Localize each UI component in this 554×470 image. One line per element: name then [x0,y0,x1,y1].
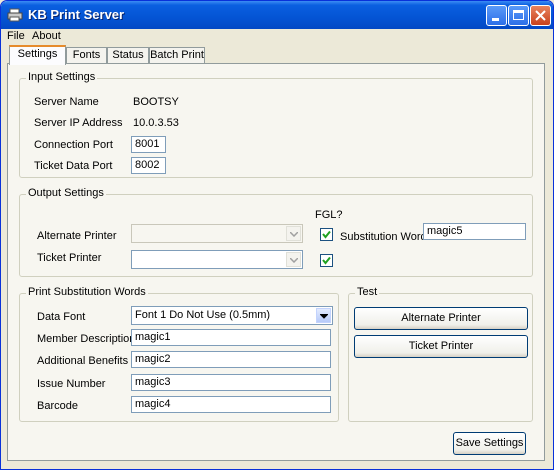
title-bar[interactable]: KB Print Server [1,1,553,29]
test-ticket-printer-button[interactable]: Ticket Printer [354,335,528,358]
additional-benefits-label: Additional Benefits [37,355,129,367]
substitution-word-label: Substitution Word [340,231,427,243]
print-substitution-legend: Print Substitution Words [26,286,148,298]
print-substitution-group: Print Substitution Words Data Font Font … [19,286,339,422]
additional-benefits-input[interactable]: magic2 [131,351,331,368]
alternate-printer-select[interactable] [131,224,303,243]
fgl-header: FGL? [315,209,343,221]
output-settings-legend: Output Settings [26,187,106,199]
connection-port-label: Connection Port [34,139,113,151]
data-font-select-value: Font 1 Do Not Use (0.5mm) [135,309,271,321]
close-button[interactable] [530,5,551,26]
chevron-down-icon[interactable] [286,226,301,241]
substitution-word-input[interactable]: magic5 [423,223,526,240]
window-title: KB Print Server [28,7,125,22]
input-settings-group: Input Settings Server Name BOOTSY Server… [19,71,533,178]
menu-bar: File About [1,29,553,45]
minimize-icon [492,18,499,21]
checkmark-icon [322,256,331,265]
barcode-input[interactable]: magic4 [131,396,331,413]
printer-icon [7,7,23,23]
input-settings-legend: Input Settings [26,71,98,83]
output-settings-group: Output Settings FGL? Alternate Printer S… [19,187,533,277]
ticket-printer-fgl-checkbox[interactable] [320,254,333,267]
tab-fonts[interactable]: Fonts [66,47,107,63]
test-alternate-printer-button[interactable]: Alternate Printer [354,307,528,330]
ticket-printer-label: Ticket Printer [37,252,102,264]
app-window: KB Print Server File About Settings Font… [0,0,554,470]
server-ip-label: Server IP Address [34,117,123,129]
menu-about[interactable]: About [32,30,61,42]
minimize-button[interactable] [486,5,507,26]
data-font-label: Data Font [37,311,86,323]
alternate-printer-label: Alternate Printer [37,230,117,242]
tab-status[interactable]: Status [107,47,149,63]
data-font-select[interactable]: Font 1 Do Not Use (0.5mm) [131,306,333,325]
server-ip-value: 10.0.3.53 [133,117,179,129]
chevron-down-icon[interactable] [286,252,301,267]
server-name-value: BOOTSY [133,96,179,108]
issue-number-input[interactable]: magic3 [131,374,331,391]
tab-batch-print[interactable]: Batch Print [149,47,205,63]
ticket-printer-select[interactable] [131,250,303,269]
tab-settings[interactable]: Settings [9,45,66,65]
alternate-printer-fgl-checkbox[interactable] [320,228,333,241]
ticket-data-port-label: Ticket Data Port [34,160,113,172]
issue-number-label: Issue Number [37,378,106,390]
server-name-label: Server Name [34,96,99,108]
close-icon [535,10,546,21]
settings-panel: Input Settings Server Name BOOTSY Server… [7,63,545,461]
barcode-label: Barcode [37,400,78,412]
checkmark-icon [322,230,331,239]
test-legend: Test [355,286,380,298]
member-description-input[interactable]: magic1 [131,329,331,346]
save-settings-button[interactable]: Save Settings [453,432,526,455]
connection-port-input[interactable]: 8001 [131,136,166,153]
ticket-data-port-input[interactable]: 8002 [131,157,166,174]
test-group: Test Alternate Printer Ticket Printer [348,286,533,422]
chevron-down-icon[interactable] [316,308,331,323]
member-description-label: Member Description [37,333,136,345]
menu-file[interactable]: File [7,30,25,42]
maximize-icon [513,10,524,20]
maximize-button[interactable] [508,5,529,26]
